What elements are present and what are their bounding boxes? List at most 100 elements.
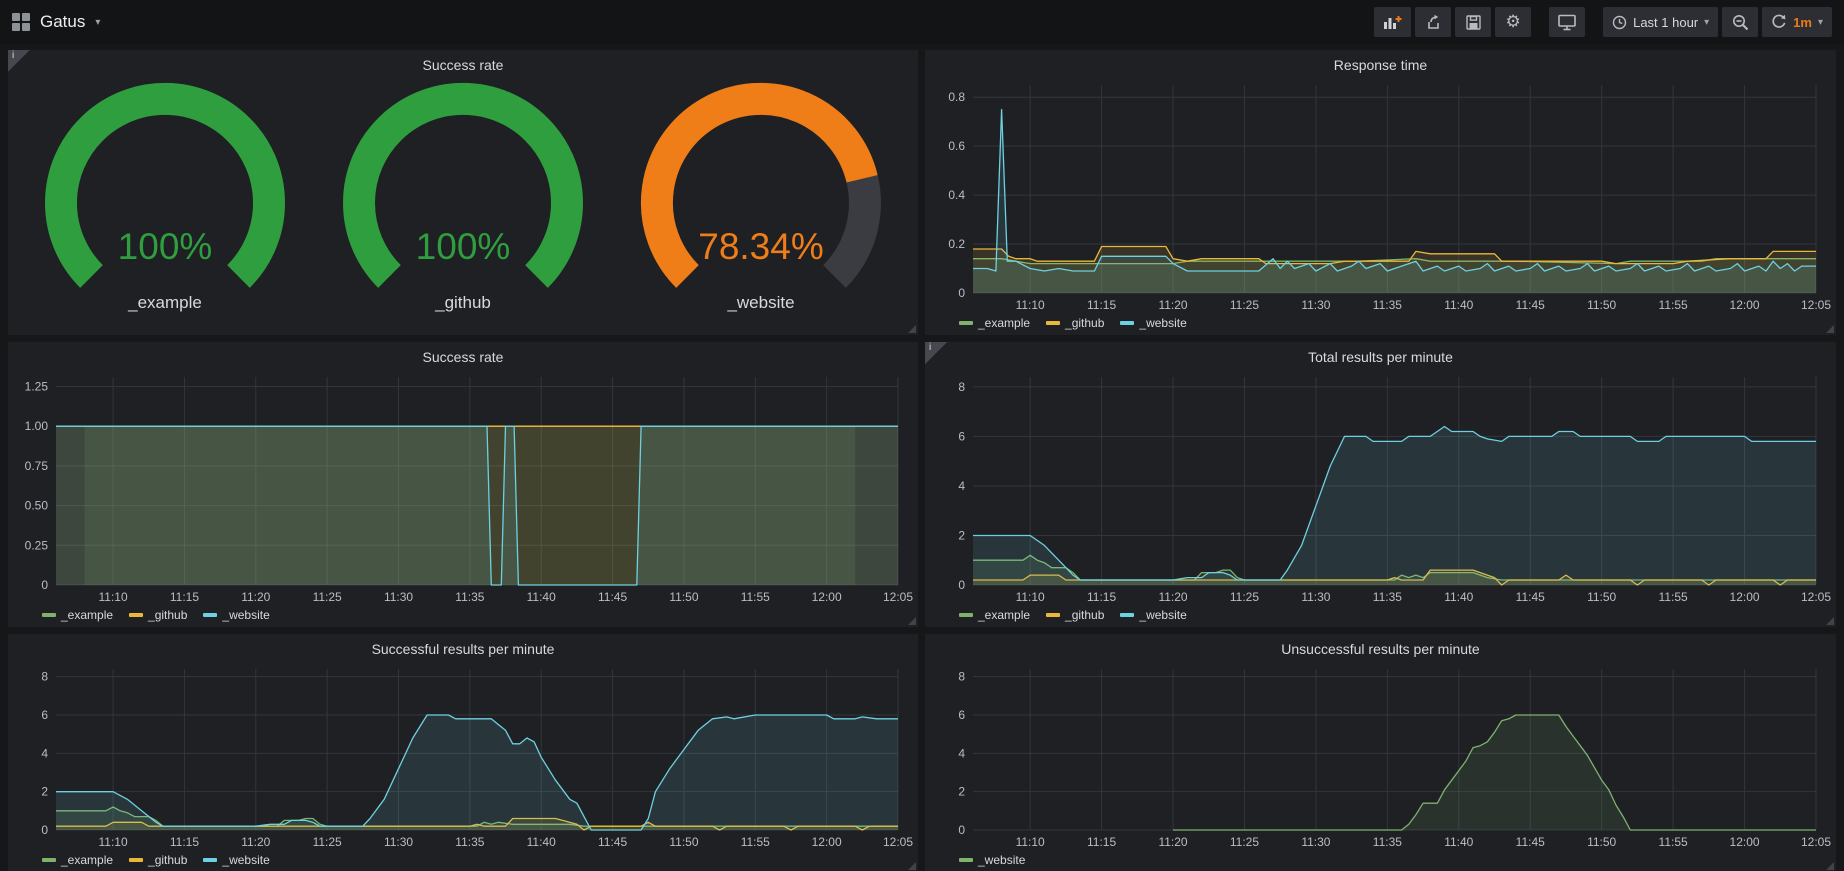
panel-title[interactable]: Total results per minute	[933, 345, 1828, 369]
x-tick-label: 11:25	[313, 590, 342, 604]
dashboard-title[interactable]: Gatus	[40, 12, 85, 32]
gauge-value: 100%	[118, 226, 213, 267]
panel-resize-handle[interactable]	[1826, 862, 1834, 870]
panel-info-icon[interactable]: i	[8, 50, 30, 72]
plot-area[interactable]: 00.250.500.751.001.2511:1011:1511:2011:2…	[16, 369, 910, 605]
x-tick-label: 11:25	[1230, 835, 1259, 849]
save-button[interactable]	[1455, 7, 1491, 37]
add-panel-icon	[1383, 15, 1402, 30]
panel-title[interactable]: Unsuccessful results per minute	[933, 637, 1828, 661]
x-tick-label: 12:00	[1730, 590, 1760, 604]
legend-label: _github	[148, 608, 187, 622]
x-tick-label: 11:25	[1230, 590, 1259, 604]
save-icon	[1466, 15, 1481, 30]
legend-item-_github[interactable]: _github	[129, 608, 187, 622]
panel-title[interactable]: Successful results per minute	[16, 637, 910, 661]
x-tick-label: 11:30	[1301, 298, 1330, 312]
chart-legend: _example _github _website	[16, 605, 910, 625]
panel-resize-handle[interactable]	[908, 325, 916, 333]
x-tick-label: 11:10	[1016, 298, 1045, 312]
legend-swatch	[203, 858, 217, 862]
x-tick-label: 11:35	[1373, 835, 1402, 849]
legend-label: _example	[61, 608, 113, 622]
x-tick-label: 11:50	[1587, 298, 1616, 312]
panel-info-icon[interactable]: i	[925, 342, 947, 364]
top-bar: Gatus ▾ ⚙	[0, 0, 1844, 44]
settings-button[interactable]: ⚙	[1495, 7, 1531, 37]
legend-item-_example[interactable]: _example	[959, 608, 1030, 622]
refresh-button[interactable]: 1m ▾	[1762, 7, 1832, 37]
success-rate-chart[interactable]: 00.250.500.751.001.2511:1011:1511:2011:2…	[16, 369, 910, 605]
plot-area[interactable]: 0246811:1011:1511:2011:2511:3011:3511:40…	[933, 661, 1828, 850]
successful-results-chart[interactable]: 0246811:1011:1511:2011:2511:3011:3511:40…	[16, 661, 910, 850]
panel-resize-handle[interactable]	[908, 617, 916, 625]
y-tick-label: 2	[958, 528, 965, 542]
legend-item-_github[interactable]: _github	[1046, 608, 1104, 622]
x-tick-label: 11:55	[741, 835, 770, 849]
x-tick-label: 12:00	[1730, 835, 1760, 849]
y-tick-label: 0	[958, 286, 965, 300]
dashboards-grid-icon[interactable]	[12, 13, 30, 31]
legend-item-_website[interactable]: _website	[1120, 316, 1186, 330]
y-tick-label: 0.25	[25, 538, 49, 552]
series-line	[973, 110, 1816, 272]
panel-resize-handle[interactable]	[1826, 325, 1834, 333]
chart-legend: _example _github _website	[16, 850, 910, 870]
unsuccessful-results-chart[interactable]: 0246811:1011:1511:2011:2511:3011:3511:40…	[933, 661, 1828, 850]
x-tick-label: 11:10	[99, 590, 128, 604]
y-tick-label: 0	[958, 578, 965, 592]
panel-resize-handle[interactable]	[908, 862, 916, 870]
share-button[interactable]	[1415, 7, 1451, 37]
x-tick-label: 11:50	[669, 835, 698, 849]
legend-item-_website[interactable]: _website	[1120, 608, 1186, 622]
legend-label: _example	[978, 608, 1030, 622]
y-tick-label: 4	[41, 746, 48, 760]
panel-title[interactable]: Response time	[933, 53, 1828, 77]
plot-area[interactable]: 0246811:1011:1511:2011:2511:3011:3511:40…	[16, 661, 910, 850]
zoom-out-button[interactable]	[1722, 7, 1758, 37]
legend-label: _github	[1065, 608, 1104, 622]
y-tick-label: 0.6	[948, 139, 965, 153]
legend-item-_example[interactable]: _example	[42, 853, 113, 867]
gauge-value: 100%	[416, 226, 511, 267]
response-time-chart[interactable]: 00.20.40.60.811:1011:1511:2011:2511:3011…	[933, 77, 1828, 313]
legend-label: _website	[1139, 316, 1186, 330]
legend-swatch	[1046, 613, 1060, 617]
x-tick-label: 11:45	[598, 590, 627, 604]
panel-title[interactable]: Success rate	[16, 345, 910, 369]
legend-swatch	[959, 613, 973, 617]
add-panel-button[interactable]	[1374, 7, 1411, 37]
legend-item-_website[interactable]: _website	[203, 608, 269, 622]
x-tick-label: 11:50	[1587, 835, 1616, 849]
total-results-chart[interactable]: 0246811:1011:1511:2011:2511:3011:3511:40…	[933, 369, 1828, 605]
chart-legend: _example _github _website	[933, 313, 1828, 333]
plot-area[interactable]: 00.20.40.60.811:1011:1511:2011:2511:3011…	[933, 77, 1828, 313]
legend-item-_github[interactable]: _github	[129, 853, 187, 867]
legend-swatch	[959, 321, 973, 325]
panel-resize-handle[interactable]	[1826, 617, 1834, 625]
y-tick-label: 6	[41, 708, 48, 722]
legend-item-_github[interactable]: _github	[1046, 316, 1104, 330]
y-tick-label: 1.00	[25, 419, 49, 433]
legend-item-_website[interactable]: _website	[959, 853, 1025, 867]
x-tick-label: 12:05	[883, 835, 913, 849]
x-tick-label: 11:45	[1516, 835, 1545, 849]
y-tick-label: 6	[958, 429, 965, 443]
x-axis-labels: 11:1011:1511:2011:2511:3011:3511:4011:45…	[1016, 590, 1832, 604]
x-tick-label: 12:05	[883, 590, 913, 604]
gauge-arc: 78.34%	[612, 77, 910, 293]
tv-mode-button[interactable]	[1549, 7, 1585, 37]
panel-title[interactable]: Success rate	[16, 53, 910, 77]
plot-area[interactable]: 0246811:1011:1511:2011:2511:3011:3511:40…	[933, 369, 1828, 605]
time-range-button[interactable]: Last 1 hour ▾	[1603, 7, 1718, 37]
legend-item-_website[interactable]: _website	[203, 853, 269, 867]
success-rate-gauges: 100%_example100%_github78.34%_website	[16, 77, 910, 333]
legend-label: _website	[1139, 608, 1186, 622]
series-area	[973, 427, 1816, 586]
legend-item-_example[interactable]: _example	[42, 608, 113, 622]
x-tick-label: 11:55	[1659, 590, 1688, 604]
y-tick-label: 0.75	[25, 459, 49, 473]
legend-item-_example[interactable]: _example	[959, 316, 1030, 330]
chevron-down-icon[interactable]: ▾	[95, 17, 100, 28]
y-tick-label: 8	[958, 670, 965, 684]
